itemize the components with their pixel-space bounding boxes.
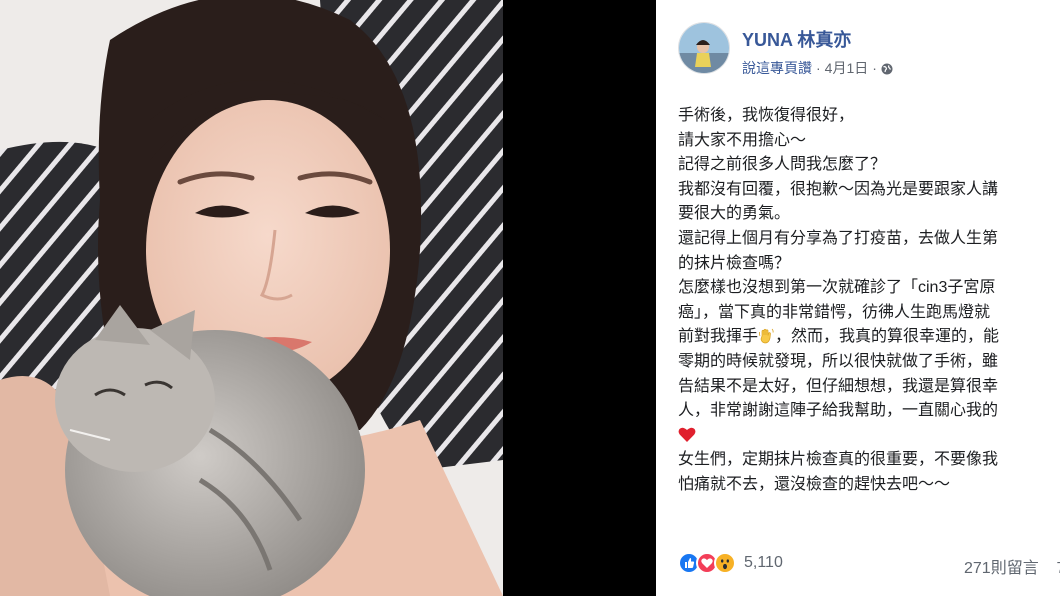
post-photo[interactable] — [0, 0, 503, 596]
post-date[interactable]: 4月1日 — [825, 58, 869, 78]
meta-separator-2: · — [872, 60, 877, 76]
black-spacer — [503, 0, 656, 596]
wow-reaction-icon — [714, 552, 736, 574]
post-line: 人，非常謝謝這陣子給我幫助，一直關心我的 — [678, 402, 999, 420]
post-line-wave: 前對我揮手 ，然而，我真的算很幸運的，能 — [678, 325, 1060, 350]
comment-count-link[interactable]: 271則留言 — [964, 560, 1039, 577]
post-line: 女生們，定期抹片檢查真的很重要，不要像我 — [678, 451, 999, 469]
post-footer: 5,110 271則留言 7次 — [678, 552, 1060, 582]
post-line: 請大家不用擔心～ — [678, 131, 807, 149]
post-line: 我都沒有回覆，很抱歉～因為光是要跟家人講 — [678, 180, 999, 198]
page-avatar[interactable] — [678, 22, 730, 74]
post-panel: YUNA 林真亦 說這專頁讚 · 4月1日 · 手術後，我恢復得很好， 請大家不… — [656, 0, 1060, 596]
post-line: 怕痛就不去，還沒檢查的趕快去吧～～ — [678, 475, 951, 493]
post-line: 告結果不是太好，但仔細想想，我還是算很幸 — [678, 377, 999, 395]
red-heart-icon — [678, 426, 696, 443]
post-line: 怎麼樣也沒想到第一次就確診了「cin3子宮原 — [678, 279, 996, 297]
reactions-summary[interactable]: 5,110 — [678, 552, 783, 574]
post-body: 手術後，我恢復得很好， 請大家不用擔心～ 記得之前很多人問我怎麼了？ 我都沒有回… — [678, 104, 1060, 498]
heart-line — [678, 424, 1060, 449]
reaction-count[interactable]: 5,110 — [744, 552, 783, 574]
post-line: 癌」，當下真的非常錯愕，彷彿人生跑馬燈就 — [678, 303, 991, 321]
post-line-part: ，然而，我真的算很幸運的，能 — [775, 328, 1000, 346]
post-line: 手術後，我恢復得很好， — [678, 107, 855, 124]
post-line: 的抹片檢查嗎？ — [678, 254, 791, 272]
comment-share-counts: 271則留言 7次 — [964, 554, 1060, 578]
post-header: YUNA 林真亦 說這專頁讚 · 4月1日 · — [678, 22, 1060, 78]
post-line: 零期的時候就發現，所以很快就做了手術，雖 — [678, 352, 999, 370]
photo-illustration — [0, 0, 503, 596]
waving-hand-icon — [758, 327, 775, 344]
post-line: 要很大的勇氣。 — [678, 205, 791, 223]
meta-separator: · — [816, 60, 821, 76]
author-label[interactable]: 說這專頁讚 — [742, 58, 812, 78]
share-count-link[interactable]: 7次 — [1057, 560, 1060, 577]
post-line: 記得之前很多人問我怎麼了？ — [678, 156, 887, 174]
page-name-link[interactable]: YUNA 林真亦 — [742, 26, 851, 52]
post-line: 還記得上個月有分享為了打疫苗，去做人生第 — [678, 229, 999, 247]
globe-icon — [881, 62, 893, 75]
post-line-part: 前對我揮手 — [678, 328, 759, 346]
post-meta: 說這專頁讚 · 4月1日 · — [742, 58, 893, 78]
